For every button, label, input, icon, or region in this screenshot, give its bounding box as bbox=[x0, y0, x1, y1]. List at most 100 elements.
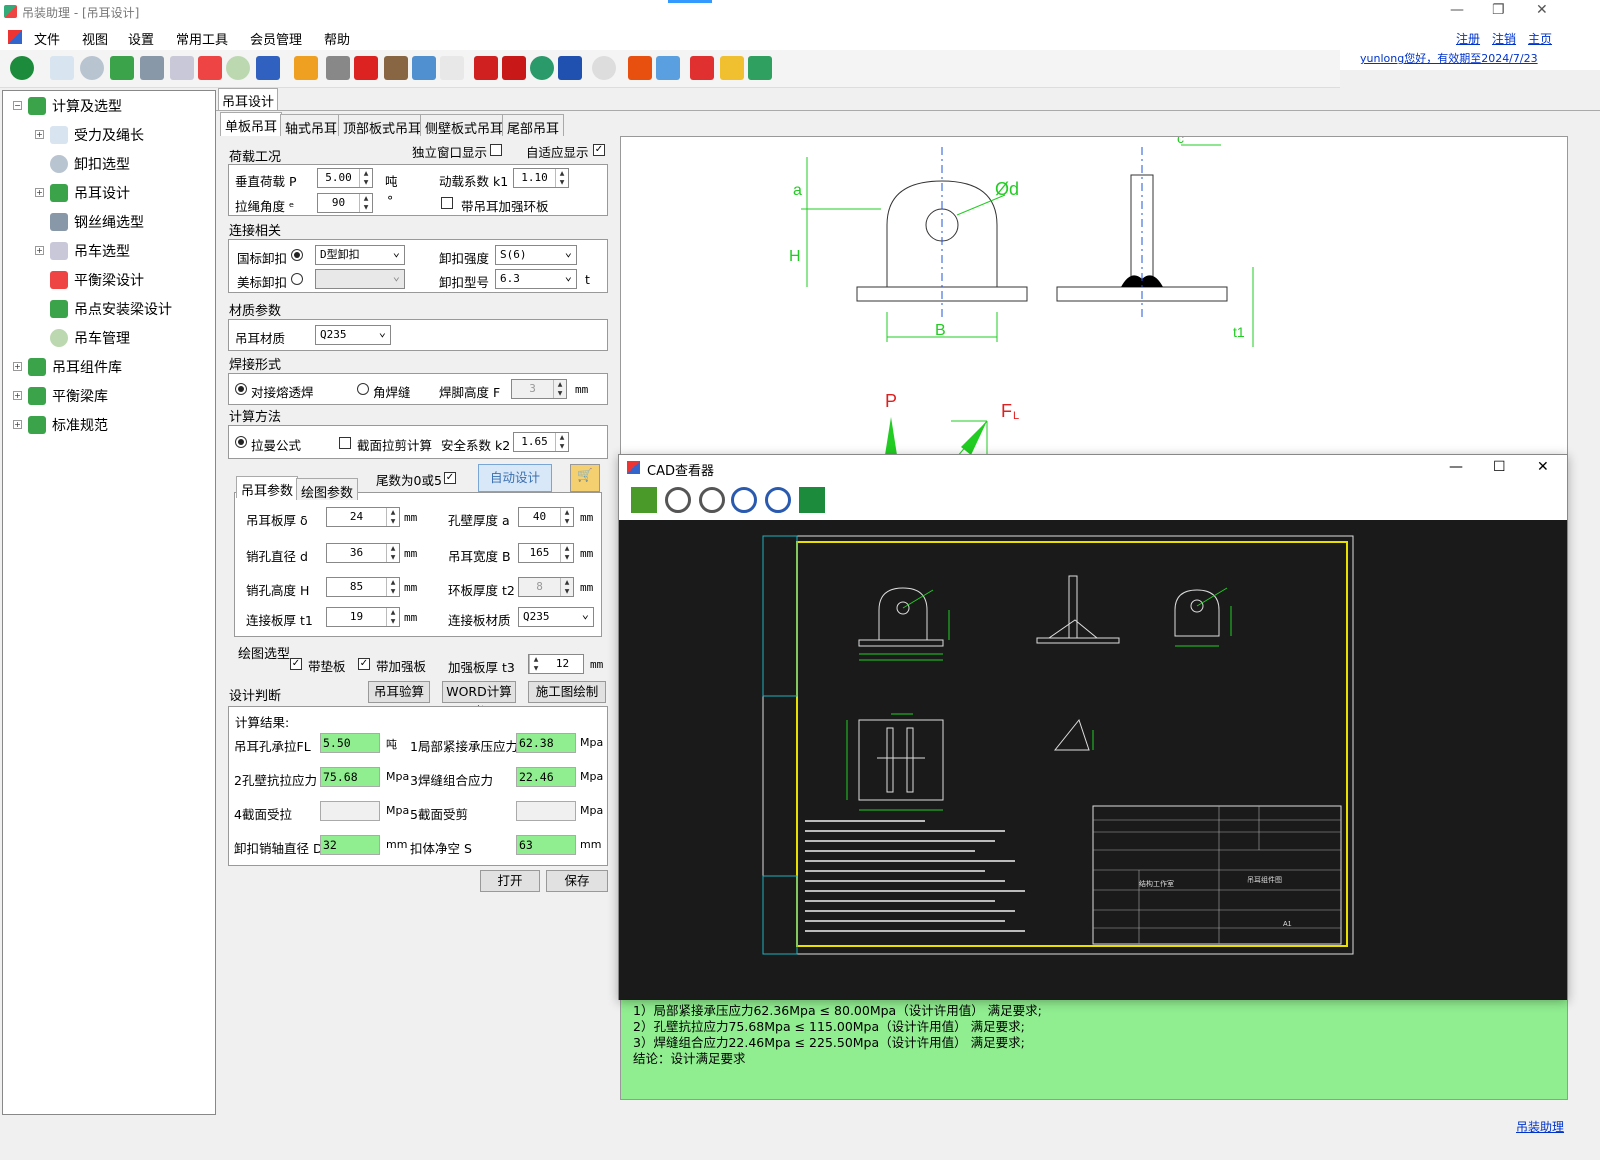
lift-point-icon[interactable] bbox=[226, 56, 250, 80]
param-stepper[interactable]: 8 ▲ ▼ bbox=[518, 577, 574, 597]
cad-draw-button[interactable]: 施工图绘制 bbox=[528, 681, 606, 703]
tree-item-beam[interactable]: 平衡梁设计 bbox=[9, 265, 219, 294]
menu-member[interactable]: 会员管理 bbox=[250, 29, 302, 48]
zoom-window-icon[interactable] bbox=[765, 487, 791, 513]
adaptive-checkbox[interactable]: ✓ bbox=[593, 144, 605, 156]
collapse-icon[interactable]: − bbox=[13, 101, 22, 110]
tree-root-calc[interactable]: − 计算及选型 bbox=[9, 91, 219, 120]
tab-lug-params[interactable]: 吊耳参数 bbox=[236, 476, 299, 499]
tree-lug-library[interactable]: + 吊耳组件库 bbox=[9, 352, 219, 381]
expand-icon[interactable]: + bbox=[35, 246, 44, 255]
us-radio[interactable] bbox=[291, 273, 303, 285]
gb-type-select[interactable]: D型卸扣 bbox=[315, 243, 405, 265]
zoom-extents-icon[interactable] bbox=[731, 487, 757, 513]
calculator-icon[interactable] bbox=[326, 56, 350, 80]
tab-top-plate[interactable]: 顶部板式吊耳 bbox=[338, 114, 427, 137]
restore-button[interactable]: ❐ bbox=[1492, 2, 1505, 18]
rope-icon[interactable] bbox=[140, 56, 164, 80]
angle-stepper[interactable]: 90 ▲ ▼ bbox=[317, 193, 373, 213]
gb-radio[interactable] bbox=[291, 249, 303, 261]
spin-arrows-icon[interactable]: ▲ ▼ bbox=[386, 508, 399, 526]
cart-button[interactable]: 🛒 bbox=[570, 464, 600, 492]
section-checkbox[interactable] bbox=[339, 437, 351, 449]
minimize-button[interactable]: — bbox=[1450, 2, 1464, 18]
formula-radio[interactable] bbox=[235, 436, 247, 448]
cad-maximize-button[interactable]: ☐ bbox=[1493, 459, 1506, 475]
chat-icon[interactable] bbox=[656, 56, 680, 80]
expand-icon[interactable]: + bbox=[35, 130, 44, 139]
pdf-icon[interactable] bbox=[474, 56, 498, 80]
cart-icon[interactable] bbox=[690, 56, 714, 80]
menu-settings[interactable]: 设置 bbox=[128, 29, 154, 48]
register-link[interactable]: 注册 bbox=[1456, 30, 1480, 47]
tab-single-plate[interactable]: 单板吊耳 bbox=[220, 112, 283, 136]
check-button[interactable]: 吊耳验算 bbox=[368, 681, 430, 703]
tree-item-crane-manage[interactable]: 吊车管理 bbox=[9, 323, 219, 352]
expand-icon[interactable]: + bbox=[35, 188, 44, 197]
zoom-out-icon[interactable] bbox=[699, 487, 725, 513]
plate-material-select[interactable]: Q235 bbox=[518, 605, 594, 627]
font-icon[interactable] bbox=[502, 56, 526, 80]
independent-checkbox[interactable] bbox=[490, 144, 502, 156]
tree-beam-library[interactable]: + 平衡梁库 bbox=[9, 381, 219, 410]
logout-link[interactable]: 注销 bbox=[1492, 30, 1516, 47]
param-stepper[interactable]: 36 ▲ ▼ bbox=[326, 543, 400, 563]
spin-arrows-icon[interactable]: ▲ ▼ bbox=[386, 544, 399, 562]
crane-icon[interactable] bbox=[170, 56, 194, 80]
tree-item-liftpoint[interactable]: 吊点安装梁设计 bbox=[9, 294, 219, 323]
cad-close-button[interactable]: ✕ bbox=[1537, 459, 1549, 475]
pad-checkbox[interactable]: ✓ bbox=[290, 658, 302, 670]
scissors-icon[interactable] bbox=[354, 56, 378, 80]
cad-canvas[interactable]: 结构工作室 吊耳组件图 A1 bbox=[619, 520, 1567, 1000]
mdi-icon[interactable] bbox=[8, 30, 22, 44]
connect-icon[interactable] bbox=[720, 56, 744, 80]
spin-arrows-icon[interactable]: ▲ ▼ bbox=[359, 194, 372, 212]
menu-file[interactable]: 文件 bbox=[34, 29, 60, 48]
tab-shaft[interactable]: 轴式吊耳 bbox=[280, 114, 343, 137]
mat-select[interactable]: Q235 bbox=[315, 323, 391, 345]
zoom-in-icon[interactable] bbox=[665, 487, 691, 513]
tab-side-plate[interactable]: 侧壁板式吊耳 bbox=[420, 114, 509, 137]
rib-thick-stepper[interactable]: ▲ ▼ 12 bbox=[528, 654, 584, 674]
expand-icon[interactable]: + bbox=[13, 362, 22, 371]
open-folder-icon[interactable] bbox=[631, 487, 657, 513]
auto-design-button[interactable]: 自动设计 bbox=[478, 464, 552, 492]
tree-item-shackle[interactable]: 卸扣选型 bbox=[9, 149, 219, 178]
crane-manage-icon[interactable] bbox=[256, 56, 280, 80]
cad-minimize-button[interactable]: — bbox=[1449, 459, 1463, 475]
menu-tools[interactable]: 常用工具 bbox=[176, 29, 228, 48]
tree-standards[interactable]: + 标准规范 bbox=[9, 410, 219, 439]
tab-lug-design[interactable]: 吊耳设计 bbox=[218, 88, 278, 110]
model-select[interactable]: 6.3 bbox=[495, 267, 577, 289]
vload-stepper[interactable]: 5.00 ▲ ▼ bbox=[317, 168, 373, 188]
plugin-icon[interactable] bbox=[748, 56, 772, 80]
param-stepper[interactable]: 165 ▲ ▼ bbox=[518, 543, 574, 563]
spin-arrows-icon[interactable]: ▲ ▼ bbox=[386, 608, 399, 626]
tree-item-force[interactable]: + 受力及绳长 bbox=[9, 120, 219, 149]
butt-weld-radio[interactable] bbox=[235, 383, 247, 395]
beam-icon[interactable] bbox=[198, 56, 222, 80]
fillet-weld-radio[interactable] bbox=[357, 383, 369, 395]
tree-item-lug[interactable]: + 吊耳设计 bbox=[9, 178, 219, 207]
shackle-icon[interactable] bbox=[80, 56, 104, 80]
tab-draw-params[interactable]: 绘图参数 bbox=[296, 478, 359, 501]
draw-icon[interactable] bbox=[294, 56, 318, 80]
spin-arrows-icon[interactable]: ▲ ▼ bbox=[560, 544, 573, 562]
safety-stepper[interactable]: 1.65 ▲ ▼ bbox=[513, 432, 569, 452]
param-stepper[interactable]: 40 ▲ ▼ bbox=[518, 507, 574, 527]
close-button[interactable]: ✕ bbox=[1536, 2, 1548, 18]
globe-icon[interactable] bbox=[530, 56, 554, 80]
tail-checkbox[interactable]: ✓ bbox=[444, 472, 456, 484]
param-stepper[interactable]: 19 ▲ ▼ bbox=[326, 607, 400, 627]
menu-help[interactable]: 帮助 bbox=[324, 29, 350, 48]
ring-checkbox[interactable] bbox=[441, 197, 453, 209]
home-link[interactable]: 主页 bbox=[1528, 30, 1552, 47]
rib-checkbox[interactable]: ✓ bbox=[358, 658, 370, 670]
dyn-stepper[interactable]: 1.10 ▲ ▼ bbox=[513, 168, 569, 188]
word-report-button[interactable]: WORD计算书 bbox=[442, 681, 516, 719]
param-stepper[interactable]: 85 ▲ ▼ bbox=[326, 577, 400, 597]
open-button[interactable]: 打开 bbox=[480, 870, 540, 892]
force-icon[interactable] bbox=[50, 56, 74, 80]
spin-arrows-icon[interactable]: ▲ ▼ bbox=[529, 655, 542, 673]
lug-icon[interactable] bbox=[110, 56, 134, 80]
